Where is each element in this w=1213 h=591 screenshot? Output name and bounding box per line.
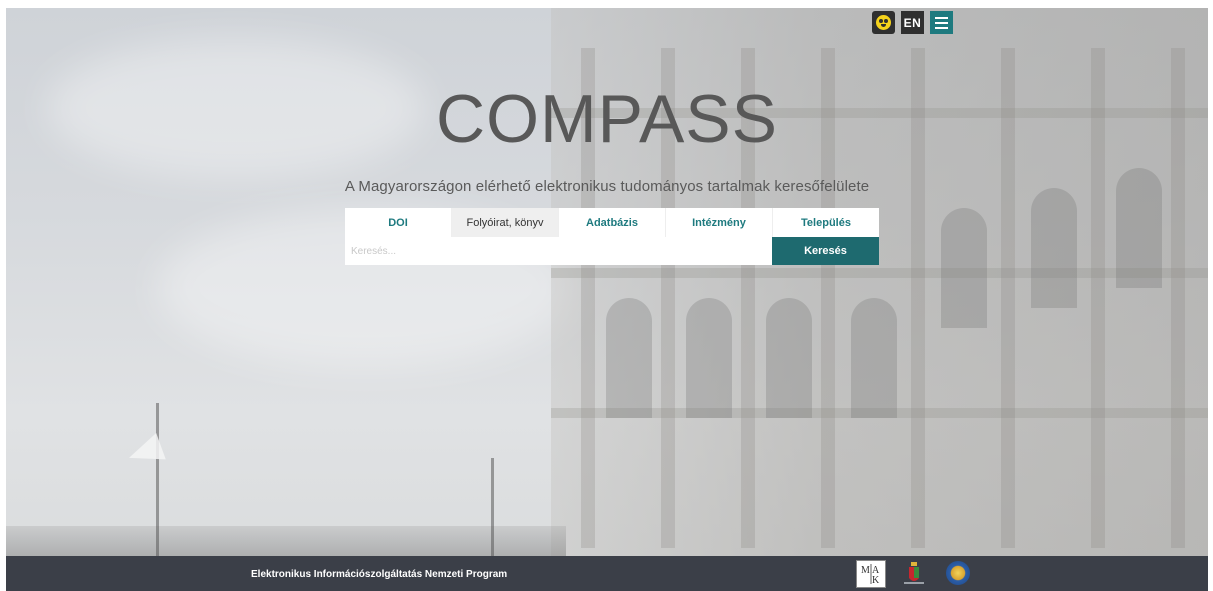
accessibility-eye-icon <box>876 15 891 30</box>
footer-text: Elektronikus Információszolgáltatás Nemz… <box>251 569 508 580</box>
lamp-post <box>491 458 494 558</box>
seal-logo[interactable] <box>946 561 970 585</box>
hungary-coat-of-arms-logo[interactable] <box>902 562 926 588</box>
tab-folyoirat-konyv[interactable]: Folyóirat, könyv <box>452 208 559 237</box>
search-tabs: DOI Folyóirat, könyv Adatbázis Intézmény… <box>345 208 879 237</box>
mtak-logo[interactable]: M A K <box>856 560 886 588</box>
svg-text:K: K <box>872 575 880 585</box>
search-input[interactable] <box>345 237 772 265</box>
accessibility-button[interactable] <box>872 11 895 34</box>
tab-adatbazis[interactable]: Adatbázis <box>559 208 666 237</box>
svg-text:M: M <box>861 565 870 576</box>
hamburger-menu-icon <box>935 16 948 19</box>
top-controls: EN <box>872 11 953 34</box>
search-row: Keresés <box>345 237 879 265</box>
search-button[interactable]: Keresés <box>772 237 879 265</box>
tab-intezmeny[interactable]: Intézmény <box>666 208 773 237</box>
page-frame: EN COMPASS A Magyarországon elérhető ele… <box>6 8 1208 591</box>
flag-pole <box>156 403 159 558</box>
footer: Elektronikus Információszolgáltatás Nemz… <box>6 556 1208 591</box>
language-button[interactable]: EN <box>901 11 924 34</box>
page-title: COMPASS <box>435 81 779 157</box>
page-subtitle: A Magyarországon elérhető elektronikus t… <box>344 178 870 195</box>
menu-button[interactable] <box>930 11 953 34</box>
background-hill <box>6 526 566 556</box>
search-box: DOI Folyóirat, könyv Adatbázis Intézmény… <box>345 208 879 265</box>
tab-telepules[interactable]: Település <box>773 208 879 237</box>
tab-doi[interactable]: DOI <box>345 208 452 237</box>
flag <box>124 433 166 471</box>
